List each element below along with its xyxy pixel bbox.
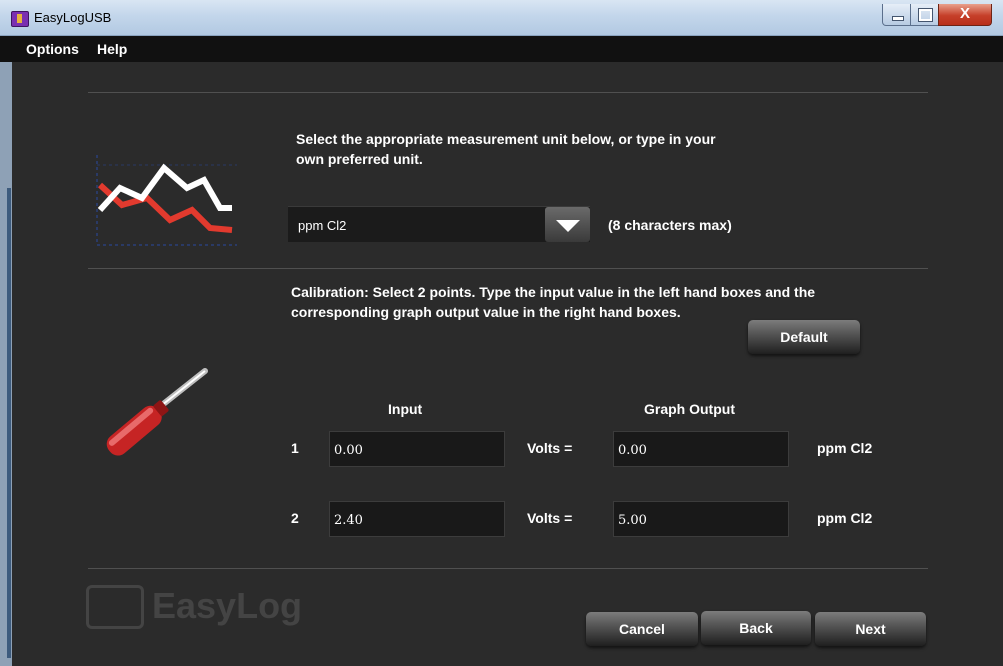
minimize-button[interactable] [882,4,911,26]
volts-label-1: Volts = [527,440,573,456]
line-chart-icon [96,155,237,246]
unit-combobox[interactable]: ppm Cl2 [288,206,590,242]
divider-bottom [88,568,928,569]
char-limit-note: (8 characters max) [608,217,732,233]
output-field-1[interactable]: 0.00 [613,431,789,467]
unit-instruction-line1: Select the appropriate measurement unit … [296,131,716,147]
calibration-instruction-line2: corresponding graph output value in the … [291,304,681,320]
unit-label-1: ppm Cl2 [817,440,873,456]
maximize-icon [918,8,933,22]
output-value-2: 5.00 [618,513,647,528]
menu-help[interactable]: Help [97,41,127,57]
title-bar: EasyLogUSB X [0,0,1003,36]
unit-instruction-line2: own preferred unit. [296,151,423,167]
menu-bar: Options Help [0,36,1003,62]
close-icon: X [959,5,970,22]
input-field-2[interactable]: 2.40 [329,501,505,537]
maximize-button[interactable] [910,4,939,26]
output-column-header: Graph Output [644,401,735,417]
unit-label-2: ppm Cl2 [817,510,873,526]
easylog-logo-icon [86,585,144,629]
chevron-down-icon[interactable] [545,207,590,242]
divider-top [88,92,928,93]
close-button[interactable]: X [938,4,992,26]
next-button[interactable]: Next [815,612,926,646]
input-value-1: 0.00 [334,443,363,458]
brand-text: EasyLog [152,585,303,626]
row-index: 1 [291,440,299,456]
default-button[interactable]: Default [748,320,860,354]
output-field-2[interactable]: 5.00 [613,501,789,537]
row-index: 2 [291,510,299,526]
divider-middle [88,268,928,269]
window-title: EasyLogUSB [34,10,112,25]
input-value-2: 2.40 [334,513,363,528]
back-button[interactable]: Back [701,611,811,645]
screwdriver-icon [106,368,208,456]
minimize-icon [892,16,904,21]
input-column-header: Input [388,401,423,417]
input-field-1[interactable]: 0.00 [329,431,505,467]
output-value-1: 0.00 [618,443,647,458]
unit-combobox-value: ppm Cl2 [298,218,347,233]
volts-label-2: Volts = [527,510,573,526]
left-edge-strip [0,62,12,666]
cancel-button[interactable]: Cancel [586,612,698,646]
menu-options[interactable]: Options [26,41,79,57]
easylog-window: EasyLogUSB X Options Help Select the app… [0,0,1003,666]
app-icon [11,11,29,27]
calibration-instruction-line1: Calibration: Select 2 points. Type the i… [291,284,816,300]
